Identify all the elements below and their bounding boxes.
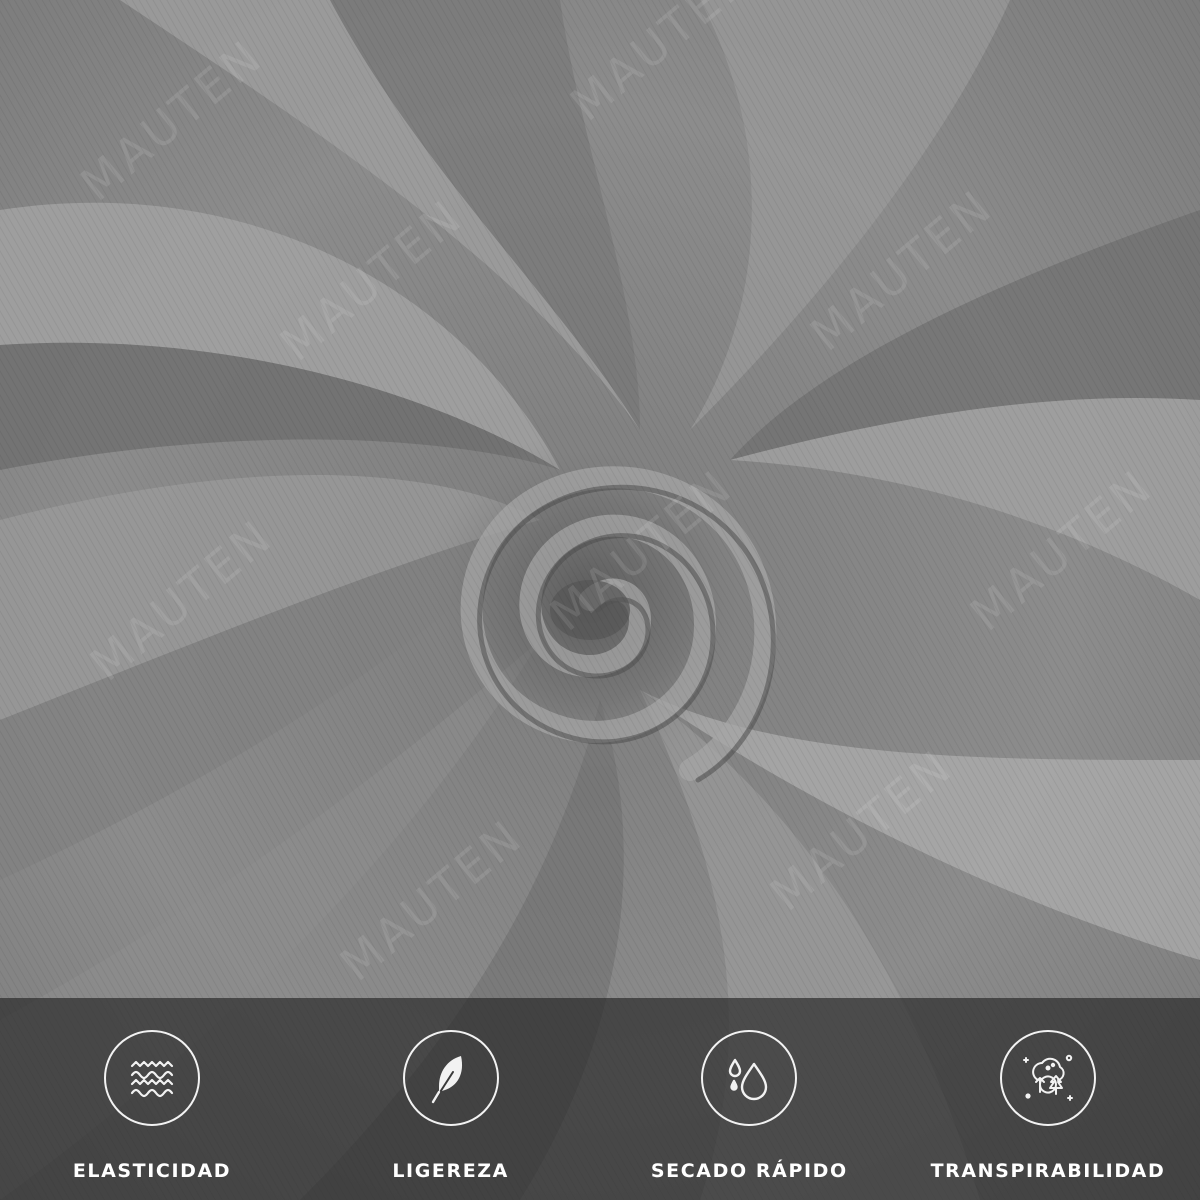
feature-quick-dry: SECADO RÁPIDO — [639, 998, 859, 1200]
breathable-trees-icon — [999, 1030, 1096, 1126]
feature-label: TRANSPIRABILIDAD — [930, 1160, 1166, 1182]
waves-icon — [104, 1030, 200, 1126]
feature-lightness: LIGEREZA — [341, 998, 561, 1200]
feature-label: SECADO RÁPIDO — [650, 1160, 848, 1182]
feature-label: LIGEREZA — [392, 1160, 509, 1182]
feature-bar: ELASTICIDAD LIGEREZA SECADO RÁPIDO TRANS… — [0, 998, 1200, 1200]
feature-breathability: TRANSPIRABILIDAD — [931, 998, 1164, 1200]
feather-icon — [402, 1030, 499, 1126]
water-drops-icon — [701, 1030, 798, 1126]
feature-label: ELASTICIDAD — [72, 1160, 232, 1182]
feature-elasticity: ELASTICIDAD — [42, 998, 262, 1200]
product-image: MAUTEN MAUTEN MAUTEN MAUTEN MAUTEN MAUTE… — [0, 0, 1200, 1200]
